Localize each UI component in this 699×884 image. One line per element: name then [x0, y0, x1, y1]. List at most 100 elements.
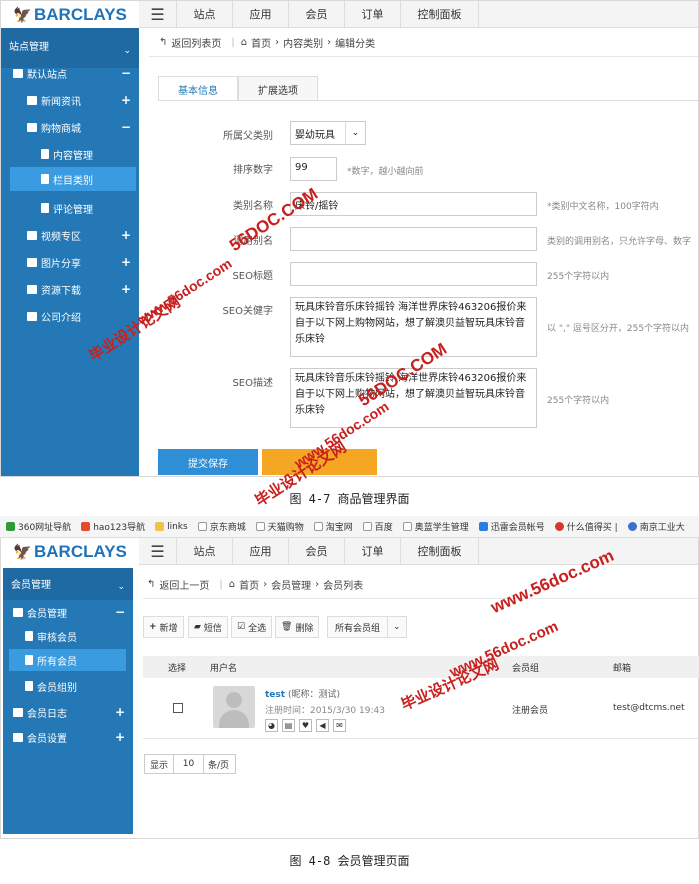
seo-description-hint: 255个字符以内	[547, 396, 610, 406]
folder-icon	[13, 607, 23, 617]
tab-orders[interactable]: 订单	[345, 1, 401, 27]
menu-icon[interactable]: ☰	[139, 1, 177, 27]
volume-icon[interactable]: ◀	[316, 719, 329, 732]
crumb-current: 会员列表	[323, 581, 364, 592]
heart-icon[interactable]: ♥	[299, 719, 312, 732]
delete-button[interactable]: 🗑 删除	[275, 616, 320, 638]
wallet-icon[interactable]: ▤	[282, 719, 295, 732]
sidebar-item-mall[interactable]: 购物商城 −	[1, 117, 139, 137]
brand-logo[interactable]: 🦅 BARCLAYS	[1, 1, 139, 28]
brand-name: BARCLAYS	[34, 541, 127, 561]
mail-icon[interactable]: ✉	[333, 719, 346, 732]
tab-control-panel[interactable]: 控制面板	[401, 538, 479, 564]
sidebar-item-member-settings[interactable]: 会员设置 +	[3, 727, 133, 747]
bookmark-jd[interactable]: 京东商城	[197, 520, 246, 533]
home-icon[interactable]: ⌂	[229, 579, 235, 590]
bookmark-student-mgmt[interactable]: 奥蓝学生管理	[402, 520, 469, 533]
tab-control-panel[interactable]: 控制面板	[401, 1, 479, 27]
tab-apps[interactable]: 应用	[233, 538, 289, 564]
document-icon	[41, 149, 49, 159]
seo-keywords-textarea[interactable]: 玩具床铃音乐床铃摇铃 海洋世界床铃463206报价来自于以下网上购物网站，想了解…	[290, 297, 537, 357]
expand-icon[interactable]: +	[121, 93, 131, 107]
col-select: 选择	[168, 664, 187, 674]
tab-site[interactable]: 站点	[177, 538, 233, 564]
bookmark-njtech[interactable]: 南京工业大	[627, 520, 685, 533]
menu-icon[interactable]: ☰	[139, 538, 177, 564]
row-checkbox[interactable]	[173, 703, 183, 713]
sidebar-item-default-site[interactable]: 默认站点 −	[1, 63, 139, 83]
seo-title-input[interactable]	[290, 262, 537, 286]
expand-icon[interactable]: +	[121, 255, 131, 269]
sidebar-item-member-log[interactable]: 会员日志 +	[3, 702, 133, 722]
expand-icon[interactable]: +	[115, 730, 125, 744]
bookmark-360[interactable]: 360网址导航	[6, 520, 71, 533]
bookmark-hao123[interactable]: hao123导航	[81, 520, 145, 533]
sidebar-item-video[interactable]: 视频专区 +	[1, 225, 139, 245]
crumb-home[interactable]: 首页	[239, 577, 259, 592]
folder-icon	[27, 257, 37, 267]
sidebar-item-content[interactable]: 内容管理	[1, 144, 139, 164]
bookmark-xunlei[interactable]: 迅雷会员帐号	[478, 520, 545, 533]
sidebar-item-all-members[interactable]: 所有会员	[9, 649, 126, 671]
breadcrumb: ↰ 返回列表页 | ⌂ 首页 › 内容类别 › 编辑分类	[149, 29, 698, 57]
tab-apps[interactable]: 应用	[233, 1, 289, 27]
bookmark-links[interactable]: links	[155, 522, 188, 532]
collapse-icon[interactable]: −	[121, 66, 131, 80]
folder-icon	[13, 707, 23, 717]
sidebar-header[interactable]: 会员管理 ⌄	[3, 568, 133, 600]
sms-button[interactable]: ▰ 短信	[188, 616, 228, 638]
expand-icon[interactable]: +	[121, 282, 131, 296]
page-size-input[interactable]: 10	[174, 755, 205, 773]
crumb-home[interactable]: 首页	[251, 35, 271, 50]
bookmark-smzdm[interactable]: 什么值得买 |	[554, 520, 618, 533]
tab-extended-options[interactable]: 扩展选项	[238, 76, 318, 101]
tab-basic-info[interactable]: 基本信息	[158, 76, 238, 101]
expand-icon[interactable]: +	[121, 228, 131, 242]
folder-icon	[13, 68, 23, 78]
sidebar-item-about[interactable]: 公司介绍	[1, 306, 139, 326]
home-icon[interactable]: ⌂	[241, 37, 247, 48]
parent-category-select[interactable]: 婴幼玩具 ⌄	[290, 121, 366, 145]
sidebar-header[interactable]: 站点管理 ⌄	[1, 28, 139, 68]
chevron-down-icon: ⌄	[117, 582, 125, 592]
brand-logo[interactable]: 🦅 BARCLAYS	[1, 538, 139, 565]
back-link[interactable]: 返回列表页	[171, 35, 221, 50]
crumb-current: 编辑分类	[335, 39, 376, 50]
sidebar-item-member-mgmt[interactable]: 会员管理 −	[3, 602, 133, 622]
sidebar-item-review-members[interactable]: 审核会员	[3, 626, 133, 646]
collapse-icon[interactable]: −	[115, 605, 125, 619]
tab-site[interactable]: 站点	[177, 1, 233, 27]
sort-input[interactable]: 99	[290, 157, 337, 181]
crumb-category[interactable]: 内容类别	[283, 35, 323, 50]
member-group-select[interactable]: 所有会员组 ⌄	[327, 616, 407, 638]
submit-save-button[interactable]: 提交保存	[158, 449, 258, 475]
back-link[interactable]: 返回上一页	[159, 577, 209, 592]
parent-category-label: 所属父类别	[223, 131, 273, 142]
pie-chart-icon[interactable]: ◕	[265, 719, 278, 732]
add-button[interactable]: + 新增	[143, 616, 184, 638]
back-arrow-icon[interactable]: ↰	[147, 579, 155, 590]
crumb-members[interactable]: 会员管理	[271, 577, 311, 592]
site-icon	[554, 522, 564, 531]
brand-name: BARCLAYS	[34, 4, 127, 24]
name-input[interactable]: 床铃/摇铃	[290, 192, 537, 216]
sidebar-item-member-groups[interactable]: 会员组别	[3, 676, 133, 696]
sidebar-item-images[interactable]: 图片分享 +	[1, 252, 139, 272]
bookmark-baidu[interactable]: 百度	[362, 520, 393, 533]
back-arrow-icon[interactable]: ↰	[159, 37, 167, 48]
sidebar-item-downloads[interactable]: 资源下载 +	[1, 279, 139, 299]
sidebar-item-comments[interactable]: 评论管理	[1, 198, 139, 218]
alias-input[interactable]	[290, 227, 537, 251]
chevron-down-icon: ⌄	[123, 46, 131, 56]
tab-orders[interactable]: 订单	[345, 538, 401, 564]
bookmark-taobao[interactable]: 淘宝网	[313, 520, 353, 533]
expand-icon[interactable]: +	[115, 705, 125, 719]
collapse-icon[interactable]: −	[121, 120, 131, 134]
username-link[interactable]: test	[265, 690, 285, 700]
tab-members[interactable]: 会员	[289, 1, 345, 27]
sidebar-item-categories[interactable]: 栏目类别	[10, 167, 136, 191]
select-all-button[interactable]: ☑ 全选	[231, 616, 273, 638]
bookmark-tmall[interactable]: 天猫购物	[255, 520, 304, 533]
sidebar-item-news[interactable]: 新闻资讯 +	[1, 90, 139, 110]
tab-members[interactable]: 会员	[289, 538, 345, 564]
